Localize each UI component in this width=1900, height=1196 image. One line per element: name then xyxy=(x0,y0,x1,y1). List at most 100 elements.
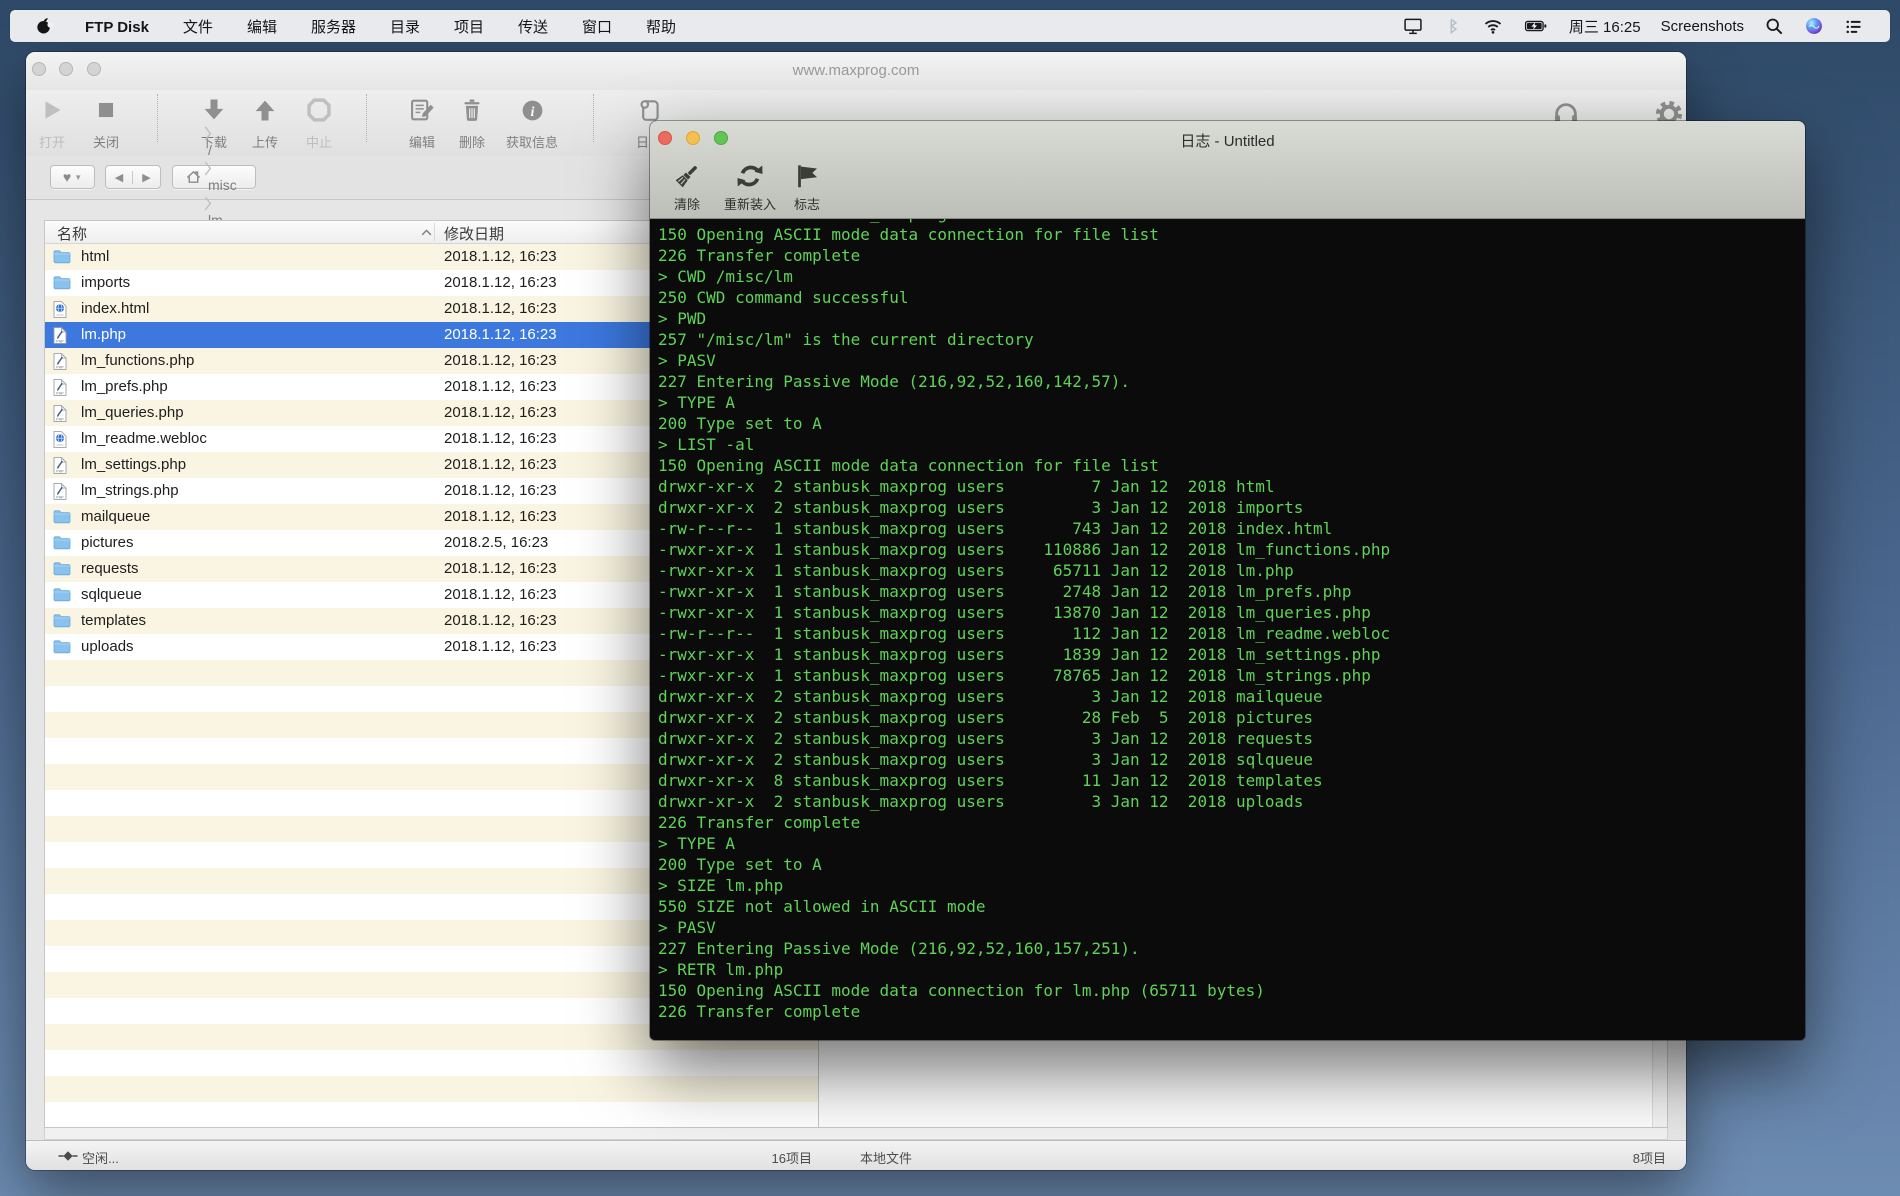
file-name: lm_strings.php xyxy=(81,482,179,499)
horizontal-scrollbar[interactable] xyxy=(44,1128,1668,1140)
file-name: sqlqueue xyxy=(81,586,142,603)
svg-text:i: i xyxy=(530,104,534,119)
file-name: lm_queries.php xyxy=(81,404,184,421)
breadcrumb-segment[interactable]: / xyxy=(202,142,218,158)
window-title: www.maxprog.com xyxy=(26,62,1686,79)
search-icon[interactable] xyxy=(1764,16,1784,36)
menu-clock[interactable]: 周三 16:25 xyxy=(1569,16,1641,37)
battery-icon[interactable] xyxy=(1523,16,1549,36)
column-header-date[interactable]: 修改日期 xyxy=(444,223,504,244)
siri-icon[interactable] xyxy=(1804,16,1824,36)
wifi-icon[interactable] xyxy=(1483,16,1503,36)
file-date: 2018.1.12, 16:23 xyxy=(444,326,557,343)
log-window-title: 日志 - Untitled xyxy=(650,130,1805,151)
status-idle-text: 空闲... xyxy=(82,1148,119,1167)
favorites-menu-button[interactable]: ♥▼ xyxy=(50,165,95,189)
file-name: lm_prefs.php xyxy=(81,378,168,395)
forward-button[interactable]: ▶ xyxy=(133,171,160,184)
file-name: lm_settings.php xyxy=(81,456,186,473)
file-date: 2018.1.12, 16:23 xyxy=(444,248,557,265)
svg-text:PHP: PHP xyxy=(56,365,64,369)
file-name: index.html xyxy=(81,300,149,317)
menu-left: FTP Disk文件编辑服务器目录项目传送窗口帮助 xyxy=(10,16,693,37)
remote-item-count: 16项目 xyxy=(712,1148,812,1167)
svg-text:PHP: PHP xyxy=(56,495,64,499)
menu-item-目录[interactable]: 目录 xyxy=(373,19,437,36)
file-date: 2018.1.12, 16:23 xyxy=(444,638,557,655)
file-date: 2018.1.12, 16:23 xyxy=(444,612,557,629)
menu-item-帮助[interactable]: 帮助 xyxy=(629,19,693,36)
menu-bar: FTP Disk文件编辑服务器目录项目传送窗口帮助 周三 16:25 Scree… xyxy=(10,10,1890,42)
folder-icon xyxy=(53,587,71,602)
folder-icon xyxy=(53,535,71,550)
reload-button[interactable]: 重新装入 xyxy=(724,161,776,213)
file-name: lm.php xyxy=(81,326,126,343)
apple-menu[interactable] xyxy=(22,16,68,36)
file-name: uploads xyxy=(81,638,134,655)
file-date: 2018.1.12, 16:23 xyxy=(444,456,557,473)
menu-status-area: 周三 16:25 Screenshots xyxy=(1403,16,1890,37)
file-date: 2018.1.12, 16:23 xyxy=(444,586,557,603)
page-globe-icon xyxy=(53,301,67,318)
file-date: 2018.1.12, 16:23 xyxy=(444,482,557,499)
close-button[interactable]: 关闭 xyxy=(51,94,161,151)
folder-icon xyxy=(53,275,71,290)
file-name: mailqueue xyxy=(81,508,150,525)
ftp-log-terminal[interactable]: drwxr-xr-x 2 stanbusk_maxprog users 3 Ja… xyxy=(650,219,1805,1040)
svg-text:PHP: PHP xyxy=(56,469,64,473)
menu-items: FTP Disk文件编辑服务器目录项目传送窗口帮助 xyxy=(68,16,693,37)
abort-button[interactable]: 中止 xyxy=(264,94,374,151)
folder-icon xyxy=(53,509,71,524)
flag-button[interactable]: 标志 xyxy=(792,161,822,213)
file-name: lm_readme.webloc xyxy=(81,430,207,447)
info-button[interactable]: i 获取信息 xyxy=(477,94,587,151)
file-date: 2018.1.12, 16:23 xyxy=(444,560,557,577)
svg-text:PHP: PHP xyxy=(56,339,64,343)
brush-icon xyxy=(672,161,702,191)
idle-status-icon xyxy=(58,1150,78,1162)
history-nav: ◀ ▶ xyxy=(105,165,161,189)
log-titlebar-toolbar[interactable]: 日志 - Untitled 清除 重新装入 标志 xyxy=(650,121,1805,219)
empty-row xyxy=(45,1102,818,1127)
main-titlebar[interactable]: www.maxprog.com xyxy=(26,52,1686,90)
file-date: 2018.1.12, 16:23 xyxy=(444,430,557,447)
stop-icon xyxy=(51,94,161,126)
file-date: 2018.1.12, 16:23 xyxy=(444,404,557,421)
menu-item-服务器[interactable]: 服务器 xyxy=(294,19,373,36)
svg-text:PHP: PHP xyxy=(56,391,64,395)
file-date: 2018.1.12, 16:23 xyxy=(444,508,557,525)
menu-item-窗口[interactable]: 窗口 xyxy=(565,19,629,36)
back-button[interactable]: ◀ xyxy=(106,171,133,184)
notification-list-icon[interactable] xyxy=(1844,16,1864,36)
page-php-icon: PHP xyxy=(53,327,67,344)
svg-text:PHP: PHP xyxy=(56,417,64,421)
bluetooth-icon[interactable] xyxy=(1443,16,1463,36)
page-php-icon: PHP xyxy=(53,353,67,370)
local-item-count: 8项目 xyxy=(1566,1148,1666,1167)
menu-item-文件[interactable]: 文件 xyxy=(166,19,230,36)
file-date: 2018.2.5, 16:23 xyxy=(444,534,548,551)
menu-item-项目[interactable]: 项目 xyxy=(437,19,501,36)
empty-row xyxy=(45,1050,818,1076)
local-files-label: 本地文件 xyxy=(860,1148,912,1167)
folder-icon xyxy=(53,249,71,264)
breadcrumb[interactable]: /misclm xyxy=(172,165,256,189)
display-icon[interactable] xyxy=(1403,16,1423,36)
breadcrumb-segment[interactable]: misc xyxy=(202,177,243,193)
column-header-name[interactable]: 名称 xyxy=(57,223,87,244)
file-date: 2018.1.12, 16:23 xyxy=(444,378,557,395)
file-date: 2018.1.12, 16:23 xyxy=(444,300,557,317)
menu-screenshots[interactable]: Screenshots xyxy=(1661,18,1744,35)
clear-button[interactable]: 清除 xyxy=(672,161,702,213)
empty-row xyxy=(45,1076,818,1102)
page-php-icon: PHP xyxy=(53,379,67,396)
info-icon: i xyxy=(477,94,587,126)
menu-item-编辑[interactable]: 编辑 xyxy=(230,19,294,36)
menu-item-传送[interactable]: 传送 xyxy=(501,19,565,36)
breadcrumb-segments: /misclm xyxy=(202,125,243,230)
file-name: requests xyxy=(81,560,139,577)
menu-item-app[interactable]: FTP Disk xyxy=(68,19,166,36)
heart-icon: ♥ xyxy=(63,169,71,185)
column-divider[interactable] xyxy=(434,223,435,241)
log-window: 日志 - Untitled 清除 重新装入 标志 drwxr-xr-x 2 st… xyxy=(650,121,1805,1040)
